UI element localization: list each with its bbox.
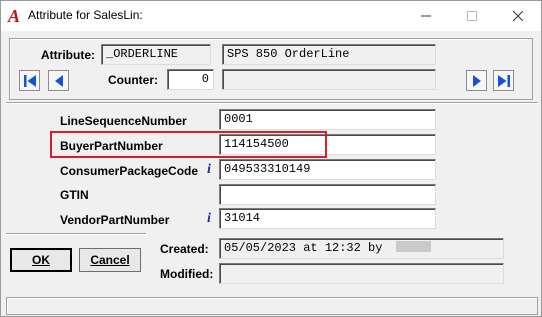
highlight-box [50, 131, 327, 158]
created-label: Created: [160, 242, 209, 256]
first-record-button[interactable] [19, 70, 40, 91]
consumer-package-code-input[interactable]: 049533310149 [219, 159, 436, 180]
field-label-line-sequence-number: LineSequenceNumber [60, 114, 187, 128]
maximize-icon[interactable] [449, 1, 495, 31]
close-icon[interactable] [495, 1, 541, 31]
field-label-gtin: GTIN [60, 188, 89, 202]
separator-bottom [6, 233, 146, 235]
dialog-window: A Attribute for SalesLin: Attribute: _OR… [0, 0, 542, 317]
field-label-consumer-package-code: ConsumerPackageCode [60, 164, 199, 178]
previous-record-button[interactable] [48, 70, 69, 91]
attribute-code-field: _ORDERLINE [101, 44, 211, 65]
modified-field [219, 263, 504, 284]
attribute-label: Attribute: [41, 48, 95, 62]
title-bar: A Attribute for SalesLin: [1, 1, 541, 31]
previous-record-icon [54, 74, 63, 87]
counter-input[interactable]: 0 [167, 69, 214, 90]
ok-button-label: OK [32, 253, 50, 267]
status-bar [6, 297, 538, 315]
next-record-icon [472, 74, 481, 87]
gtin-input[interactable] [219, 184, 436, 205]
info-icon[interactable]: i [204, 162, 214, 178]
next-record-button[interactable] [466, 70, 487, 91]
first-record-icon [23, 74, 36, 87]
last-record-button[interactable] [493, 70, 514, 91]
app-logo-icon: A [8, 6, 21, 26]
window-title: Attribute for SalesLin: [28, 8, 143, 22]
modified-label: Modified: [160, 267, 214, 281]
counter-label: Counter: [108, 73, 158, 87]
created-field: 05/05/2023 at 12:32 by [219, 238, 504, 259]
minimize-icon[interactable] [403, 1, 449, 31]
attribute-description-field: SPS 850 OrderLine [222, 44, 436, 65]
counter-description-field [222, 69, 436, 90]
separator-top [6, 102, 538, 104]
field-label-vendor-part-number: VendorPartNumber [60, 213, 170, 227]
line-sequence-number-input[interactable]: 0001 [219, 109, 436, 130]
cancel-button[interactable]: Cancel [79, 248, 141, 272]
last-record-icon [497, 74, 510, 87]
redacted-username [396, 241, 431, 252]
cancel-button-label: Cancel [90, 253, 130, 267]
ok-button[interactable]: OK [10, 248, 72, 272]
vendor-part-number-input[interactable]: 31014 [219, 208, 436, 229]
info-icon[interactable]: i [204, 211, 214, 227]
